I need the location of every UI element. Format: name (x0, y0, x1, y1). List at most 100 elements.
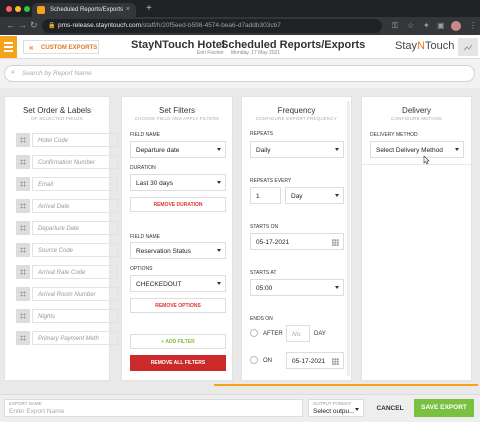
extension-puzzle-icon[interactable]: ▣ (437, 21, 445, 30)
new-tab-icon[interactable]: + (146, 3, 152, 14)
url-host: pms-release.stayntouch.com (58, 22, 142, 29)
order-field-row[interactable]: Arrival Room Number (16, 287, 118, 301)
browser-menu-icon[interactable]: ⋮ (469, 21, 477, 30)
reload-icon[interactable]: ↻ (30, 20, 38, 31)
forward-arrow-icon[interactable]: → (18, 20, 27, 30)
drag-handle-icon[interactable] (16, 287, 30, 301)
drag-handle-icon[interactable] (16, 331, 30, 345)
panel-subtitle: CONFIGURE METHOD (391, 116, 442, 121)
order-field-row[interactable]: Departure Date (16, 221, 118, 235)
ends-on-label: ENDS ON (250, 316, 273, 322)
drag-handle-icon[interactable] (16, 243, 30, 257)
maximize-window-button[interactable] (24, 6, 30, 12)
order-field-row[interactable]: Email (16, 177, 118, 191)
profile-avatar[interactable] (451, 21, 461, 31)
caret-down-icon (217, 282, 221, 285)
calendar-icon (332, 358, 339, 365)
back-arrow-icon[interactable]: ← (6, 20, 15, 30)
scrollbar[interactable] (347, 101, 350, 376)
export-name-placeholder: Enter Export Name (9, 408, 65, 415)
starts-at-select[interactable]: 05:00 (250, 279, 344, 296)
caret-down-icon (455, 148, 459, 151)
output-format-select[interactable]: OUTPUT FORMAT Select outpu... (308, 399, 364, 417)
cursor-pointer-icon (423, 155, 430, 165)
field-name-select[interactable]: Departure date (130, 141, 226, 158)
output-format-value: Select outpu... (313, 408, 355, 415)
panel-title: Frequency (277, 106, 316, 115)
extension-icon[interactable]: ✦ (423, 21, 430, 30)
order-field-label-input[interactable]: Arrival Date (32, 199, 118, 213)
order-field-label-input[interactable]: Arrival Room Number (32, 287, 118, 301)
field-name-label: FIELD NAME (130, 132, 161, 138)
search-input[interactable]: ⌕ Search by Report Name (4, 65, 475, 82)
options-label: OPTIONS (130, 266, 153, 272)
search-placeholder: Search by Report Name (22, 70, 92, 77)
order-field-label-input[interactable]: Arrival Rate Code (32, 265, 118, 279)
order-field-label-input[interactable]: Primary Payment Meth (32, 331, 118, 345)
order-field-row[interactable]: Arrival Rate Code (16, 265, 118, 279)
delivery-method-select[interactable]: Select Delivery Method (370, 141, 464, 158)
business-date: Monday, 17 May 2021 (231, 50, 281, 56)
panel-title: Delivery (402, 106, 431, 115)
cancel-button[interactable]: CANCEL (372, 401, 408, 416)
double-chevron-left-icon: « (29, 43, 34, 52)
caret-down-icon (217, 249, 221, 252)
save-export-button[interactable]: SAVE EXPORT (414, 399, 474, 417)
order-field-label-input[interactable]: Nights (32, 309, 118, 323)
back-to-custom-exports-button[interactable]: « CUSTOM EXPORTS (23, 40, 99, 54)
order-field-row[interactable]: Confirmation Number (16, 155, 118, 169)
add-filter-button[interactable]: + ADD FILTER (130, 334, 226, 349)
order-field-row[interactable]: Nights (16, 309, 118, 323)
remove-all-filters-button[interactable]: REMOVE ALL FILTERS (130, 355, 226, 371)
calendar-icon (332, 239, 339, 246)
ends-on-date-input[interactable]: 05-17-2021 (286, 352, 344, 369)
order-field-label-input[interactable]: Hotel Code (32, 133, 118, 147)
drag-handle-icon[interactable] (16, 199, 30, 213)
star-icon[interactable]: ☆ (407, 21, 414, 30)
order-field-label-input[interactable]: Departure Date (32, 221, 118, 235)
header-action-icon[interactable] (458, 38, 478, 56)
browser-tab[interactable]: Scheduled Reports/Exports × (32, 3, 136, 17)
drag-handle-icon[interactable] (16, 133, 30, 147)
field-name-select[interactable]: Reservation Status (130, 242, 226, 259)
caret-down-icon (217, 148, 221, 151)
remove-duration-button[interactable]: REMOVE DURATION (130, 197, 226, 212)
key-icon[interactable]: ⚿ (392, 21, 398, 31)
order-field-row[interactable]: Source Code (16, 243, 118, 257)
drag-handle-icon[interactable] (16, 309, 30, 323)
drag-handle-icon[interactable] (16, 265, 30, 279)
repeats-every-unit-select[interactable]: Day (285, 187, 344, 204)
drag-handle-icon[interactable] (16, 155, 30, 169)
ends-on-radio[interactable] (250, 356, 258, 364)
drag-handle-icon[interactable] (16, 177, 30, 191)
export-name-label: EXPORT NAME (9, 401, 42, 406)
close-window-button[interactable] (6, 6, 12, 12)
duration-label: DURATION (130, 165, 156, 171)
url-input[interactable]: 🔒 pms-release.stayntouch.com/staff/h/20f… (42, 19, 382, 33)
order-field-label-input[interactable]: Email (32, 177, 118, 191)
tab-close-icon[interactable]: × (126, 6, 130, 13)
order-field-row[interactable]: Primary Payment Meth (16, 331, 118, 345)
after-unit-label: DAY (314, 331, 326, 337)
user-name: Erin Fischer (197, 50, 224, 56)
order-field-label-input[interactable]: Confirmation Number (32, 155, 118, 169)
hamburger-menu-icon[interactable] (0, 36, 17, 58)
drag-handle-icon[interactable] (16, 221, 30, 235)
order-field-row[interactable]: Hotel Code (16, 133, 118, 147)
order-field-label-input[interactable]: Source Code (32, 243, 118, 257)
repeats-every-label: REPEATS EVERY (250, 178, 292, 184)
order-field-row[interactable]: Arrival Date (16, 199, 118, 213)
ends-after-radio[interactable] (250, 329, 258, 337)
export-name-field[interactable]: EXPORT NAME Enter Export Name (4, 399, 303, 417)
repeats-select[interactable]: Daily (250, 141, 344, 158)
remove-options-button[interactable]: REMOVE OPTIONS (130, 298, 226, 313)
starts-on-date-input[interactable]: 05-17-2021 (250, 233, 344, 250)
output-format-label: OUTPUT FORMAT (313, 401, 352, 406)
minimize-window-button[interactable] (15, 6, 21, 12)
repeats-every-input[interactable]: 1 (250, 187, 281, 204)
ends-after-count-input[interactable]: No. (286, 325, 310, 342)
options-select[interactable]: CHECKEDOUT (130, 275, 226, 292)
favicon-icon (37, 6, 45, 14)
filters-panel: Set Filters CHOOSE FIELD AND APPLY FILTE… (121, 96, 233, 381)
duration-select[interactable]: Last 30 days (130, 174, 226, 191)
